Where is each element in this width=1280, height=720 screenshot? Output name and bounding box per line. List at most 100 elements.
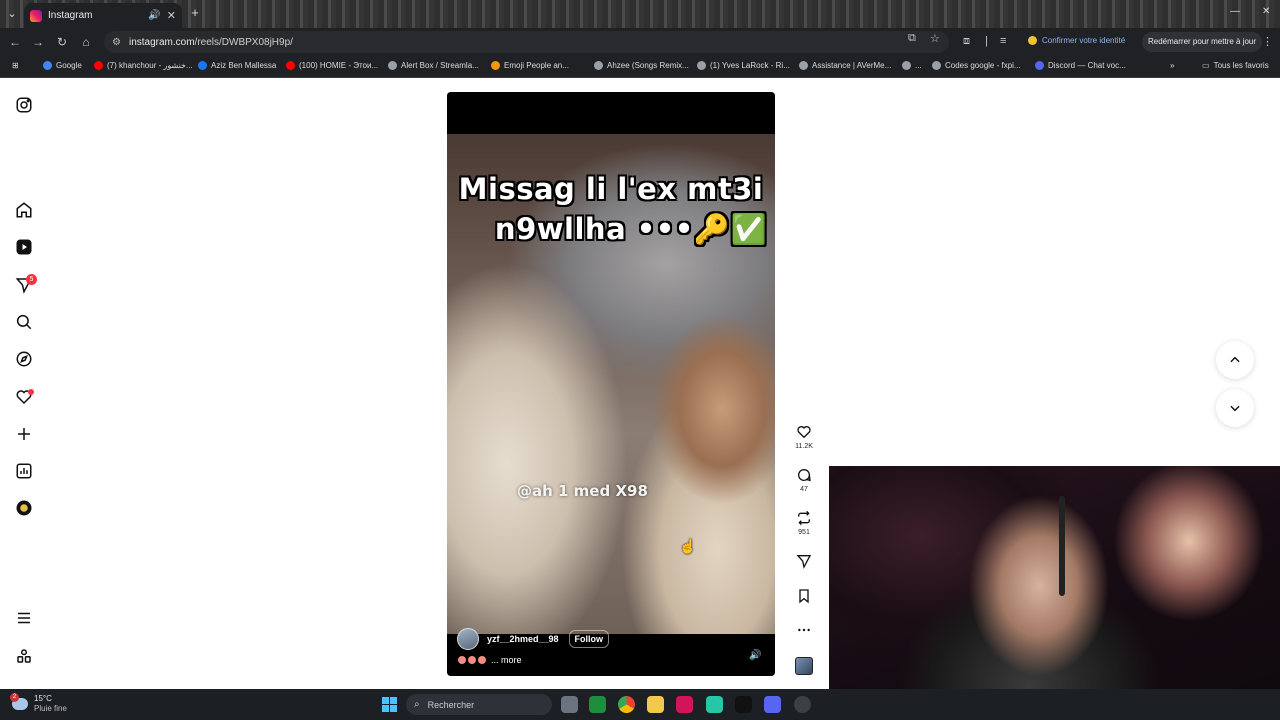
taskbar-search[interactable]: ⌕ Rechercher [406, 694, 552, 715]
weather-cloud-icon: 2 [10, 693, 28, 710]
meta-apps-icon[interactable] [15, 647, 33, 665]
like-action[interactable]: 11.2K [790, 424, 818, 450]
mute-speaker-icon[interactable]: 🔊 [749, 650, 761, 661]
bookmark-star-icon[interactable]: ☆ [930, 32, 940, 45]
new-tab-button[interactable]: + [188, 6, 202, 20]
instagram-logo-icon[interactable] [15, 96, 33, 114]
share-icon [796, 555, 812, 569]
dashboard-icon[interactable] [15, 462, 33, 480]
emoji-icon [478, 656, 486, 664]
weather-widget[interactable]: 2 15°C Pluie fine [10, 693, 67, 714]
bookmark-homie[interactable]: (100) HOMIE - Этои... [286, 61, 378, 70]
identity-prompt[interactable]: Confirmer votre identité [1028, 36, 1125, 45]
minimize-icon[interactable]: — [1230, 6, 1240, 17]
identity-text: Confirmer votre identité [1042, 36, 1126, 45]
settings-gear-icon[interactable] [794, 696, 811, 713]
app-icon-dark[interactable] [735, 696, 752, 713]
follow-button[interactable]: Follow [568, 630, 610, 648]
reel-overlay-tag: @ah 1 med X98 [517, 482, 648, 500]
comment-action[interactable]: 47 [790, 467, 818, 493]
back-icon[interactable]: ← [8, 35, 22, 49]
globe-icon [932, 61, 941, 70]
app-icon-red[interactable] [676, 696, 693, 713]
globe-icon [902, 61, 911, 70]
more-menu-icon[interactable] [15, 609, 33, 627]
apps-grid-icon[interactable]: ⊞ [12, 61, 19, 70]
all-favorites[interactable]: ▭ Tous les favoris [1202, 61, 1269, 70]
search-icon: ⌕ [414, 699, 420, 710]
bookmark-ahzee[interactable]: Ahzee (Songs Remix... [594, 61, 689, 70]
file-explorer-icon[interactable] [647, 696, 664, 713]
bookmark-google[interactable]: Google [43, 61, 82, 70]
tab-close-icon[interactable]: ✕ [167, 9, 176, 22]
comment-icon [798, 469, 811, 482]
app-icon-teal[interactable] [706, 696, 723, 713]
home-nav-icon[interactable] [15, 201, 33, 219]
toolbar-divider: | [985, 35, 988, 47]
facebook-icon [198, 61, 207, 70]
emoji-icon [468, 656, 476, 664]
address-bar[interactable]: ⚙ instagram.com/reels/DWBPX08jH9p/ [104, 31, 949, 53]
install-app-icon[interactable]: ⧉ [908, 32, 916, 45]
globe-icon [697, 61, 706, 70]
bookmark-alertbox[interactable]: Alert Box / Streamla... [388, 61, 479, 70]
bookmark-unnamed[interactable]: ... [902, 61, 922, 70]
windows-start-icon[interactable] [382, 697, 397, 712]
author-avatar[interactable] [457, 628, 479, 650]
globe-icon [594, 61, 603, 70]
profile-avatar[interactable] [15, 499, 33, 517]
bookmark-assistance[interactable]: Assistance | AVerMe... [799, 61, 891, 70]
notifications-dot [28, 389, 34, 395]
more-options-action[interactable] [790, 622, 818, 638]
task-view-icon[interactable] [561, 696, 578, 713]
reel-top-bar [447, 92, 775, 134]
explore-nav-icon[interactable] [15, 350, 33, 368]
tab-instagram[interactable]: Instagram 🔊 ✕ [24, 3, 182, 28]
bookmark-codes-google[interactable]: Codes google - fxpi... [932, 61, 1021, 70]
original-audio-thumbnail[interactable] [795, 657, 813, 675]
author-username[interactable]: yzf__2hmed__98 [487, 634, 559, 644]
reels-nav-icon[interactable] [15, 238, 33, 256]
app-icon-green[interactable] [589, 696, 606, 713]
reload-icon[interactable]: ↻ [55, 35, 69, 49]
discord-taskbar-icon[interactable] [764, 696, 781, 713]
reel-video-frame[interactable] [447, 134, 775, 634]
search-nav-icon[interactable] [15, 313, 33, 331]
ellipsis-icon [798, 628, 810, 632]
bookmark-emoji[interactable]: Emoji People an... [491, 61, 569, 70]
forward-icon[interactable]: → [31, 35, 45, 49]
reel-player[interactable]: Missag li l'ex mt3i n9wllha •••🔑✅ @ah 1 … [447, 92, 775, 676]
more-bookmarks-icon[interactable]: » [1170, 61, 1174, 70]
site-info-icon[interactable]: ⚙ [112, 37, 121, 48]
messages-badge: 5 [26, 274, 37, 285]
extensions-icon[interactable]: ⧈ [963, 35, 970, 48]
discord-icon [1035, 61, 1044, 70]
tab-audio-icon[interactable]: 🔊 [148, 10, 160, 21]
tab-search-icon[interactable]: ⌄ [4, 6, 20, 22]
bookmark-yves[interactable]: (1) Yves LaRock - Ri... [697, 61, 790, 70]
reel-description: ... more [458, 655, 522, 665]
close-window-icon[interactable]: ✕ [1262, 6, 1270, 17]
previous-reel-button[interactable] [1216, 341, 1254, 379]
bookmarks-bar: ⊞ Google (7) khanchour - خنشور... Aziz B… [0, 56, 1280, 78]
browser-menu-icon[interactable]: ⋮ [1262, 35, 1273, 48]
browser-toolbar: ← → ↻ ⌂ ⚙ instagram.com/reels/DWBPX08jH9… [0, 28, 1280, 56]
chevron-up-icon [1230, 356, 1240, 363]
screen: { "browser": { "tab_title": "Instagram",… [0, 0, 1280, 720]
home-icon[interactable]: ⌂ [79, 35, 93, 49]
repost-action[interactable]: 951 [790, 510, 818, 536]
next-reel-button[interactable] [1216, 389, 1254, 427]
profile-avatar-icon [1028, 36, 1037, 45]
more-link[interactable]: ... more [491, 655, 522, 665]
save-action[interactable] [790, 588, 818, 604]
youtube-icon [94, 61, 103, 70]
chrome-icon[interactable] [618, 696, 635, 713]
share-action[interactable] [790, 553, 818, 569]
media-control-icon[interactable]: ≡ [1000, 35, 1006, 47]
bookmark-discord[interactable]: Discord — Chat voc... [1035, 61, 1126, 70]
bookmark-khanchour[interactable]: (7) khanchour - خنشور... [94, 61, 193, 70]
restart-update-button[interactable]: Redémarrer pour mettre à jour [1142, 32, 1263, 52]
create-plus-icon[interactable] [15, 425, 33, 443]
bookmark-aziz[interactable]: Aziz Ben Mallessa [198, 61, 276, 70]
reel-caption-line2: n9wllha •••🔑✅ [494, 212, 768, 246]
